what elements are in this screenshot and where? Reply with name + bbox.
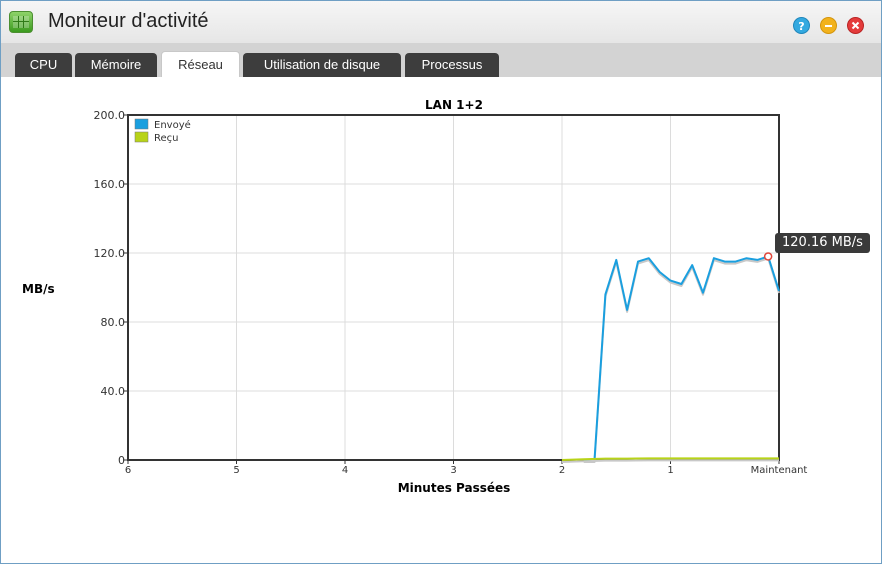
value-tooltip: 120.16 MB/s (775, 233, 870, 253)
legend-label-recu: Reçu (154, 133, 179, 144)
legend-swatch-envoye (134, 118, 149, 130)
x-tick-label: 1 (667, 465, 673, 476)
network-chart: 040.080.0120.0160.0200.06 5 4 3 2 1 Maintenant… (94, 109, 808, 476)
x-tick-label: Maintenant (751, 465, 808, 476)
legend-swatch-recu (134, 131, 149, 143)
x-tick-label: 4 (342, 465, 348, 476)
y-tick-label: 160.0 (94, 178, 126, 191)
x-tick-label: 3 (450, 465, 456, 476)
x-tick-label: 2 (559, 465, 565, 476)
series-line-envoye (583, 255, 780, 461)
legend-label-envoye: Envoyé (154, 119, 191, 131)
x-tick-label: 6 (125, 465, 131, 476)
series-line-envoye-shadow (583, 257, 780, 463)
y-tick-label: 40.0 (101, 385, 126, 398)
y-tick-label: 120.0 (94, 247, 126, 260)
highlight-point (763, 252, 773, 261)
activity-monitor-window: Moniteur d'activité ? CPU Mémoire Réseau… (0, 0, 882, 564)
y-tick-label: 200.0 (94, 109, 126, 122)
y-tick-label: 80.0 (101, 316, 126, 329)
x-tick-label: 5 (233, 465, 239, 476)
